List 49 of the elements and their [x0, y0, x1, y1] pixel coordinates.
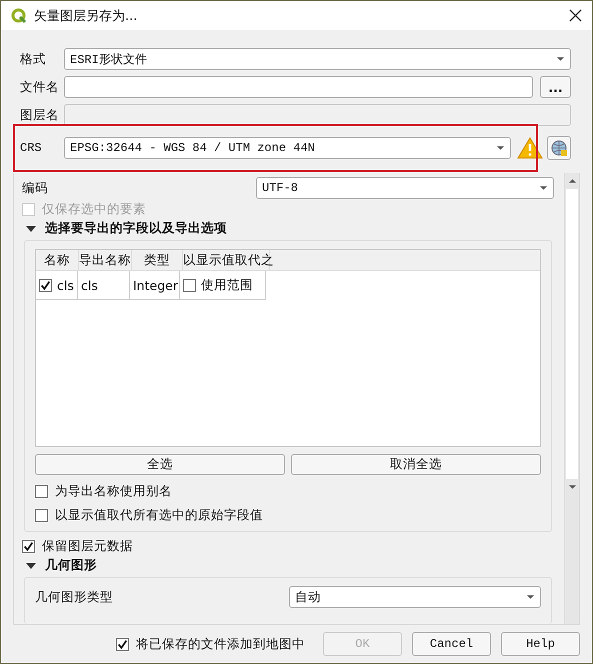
triangle-icon: [26, 224, 36, 233]
caret-icon: [539, 185, 548, 191]
format-dropdown[interactable]: ESRI形状文件: [64, 48, 571, 70]
field-name: cls: [57, 278, 74, 293]
check-icon: [23, 540, 34, 552]
browse-button[interactable]: ...: [540, 76, 571, 98]
field-label: CRS: [20, 141, 43, 155]
close-icon[interactable]: [569, 9, 582, 22]
add-to-map-checkbox[interactable]: 将已保存的文件添加到地图中: [116, 632, 305, 656]
caret-icon: [556, 56, 565, 62]
keep-metadata-checkbox[interactable]: 保留图层元数据: [22, 536, 554, 556]
field-label: 文件名: [20, 78, 60, 96]
select-button[interactable]: 全选: [35, 454, 285, 476]
field-label: 几何图形类型: [35, 588, 113, 606]
encoding-dropdown[interactable]: UTF-8: [256, 177, 554, 199]
column-header[interactable]: 以显示值取代之: [183, 250, 270, 270]
select-button[interactable]: 取消全选: [291, 454, 541, 476]
section-header[interactable]: 几何图形: [22, 556, 554, 576]
dialog-button[interactable]: Help: [501, 632, 580, 656]
replace-label: 使用范围: [201, 276, 253, 294]
triangle-icon: [26, 562, 36, 570]
column-header[interactable]: 导出名称: [79, 250, 132, 270]
caret-icon: [526, 594, 535, 600]
check-icon: [117, 638, 128, 650]
scroll-up-icon[interactable]: [568, 178, 576, 184]
option-checkbox[interactable]: 以显示值取代所有选中的原始字段值: [35, 503, 541, 528]
column-header[interactable]: 名称: [36, 250, 79, 270]
column-header[interactable]: 类型: [132, 250, 183, 270]
field-label: 格式: [20, 50, 47, 68]
dialog-button[interactable]: Cancel: [412, 632, 491, 656]
table-cell: cls: [78, 271, 130, 300]
crs-select-button[interactable]: [547, 136, 571, 160]
row-checkbox[interactable]: [39, 278, 52, 292]
window-title: 矢量图层另存为...: [34, 8, 138, 24]
crs-dropdown[interactable]: EPSG:32644 - WGS 84 / UTM zone 44N: [64, 137, 511, 159]
check-icon: [40, 280, 51, 291]
globe-icon: [550, 139, 568, 157]
field-label: 编码: [22, 180, 48, 196]
geometry-type-dropdown[interactable]: 自动: [289, 586, 541, 608]
section-header[interactable]: 选择要导出的字段以及导出选项: [22, 219, 554, 238]
scroll-down-icon[interactable]: [568, 484, 576, 490]
field-label: 图层名: [20, 106, 60, 124]
option-checkbox[interactable]: 为导出名称使用别名: [35, 479, 541, 504]
caret-icon: [496, 145, 505, 151]
app-logo-icon: [11, 8, 27, 24]
file-name-field[interactable]: [64, 76, 533, 98]
replace-checkbox[interactable]: [183, 278, 196, 292]
scrollbar[interactable]: [564, 173, 579, 624]
table-cell: Integer: [130, 271, 180, 300]
